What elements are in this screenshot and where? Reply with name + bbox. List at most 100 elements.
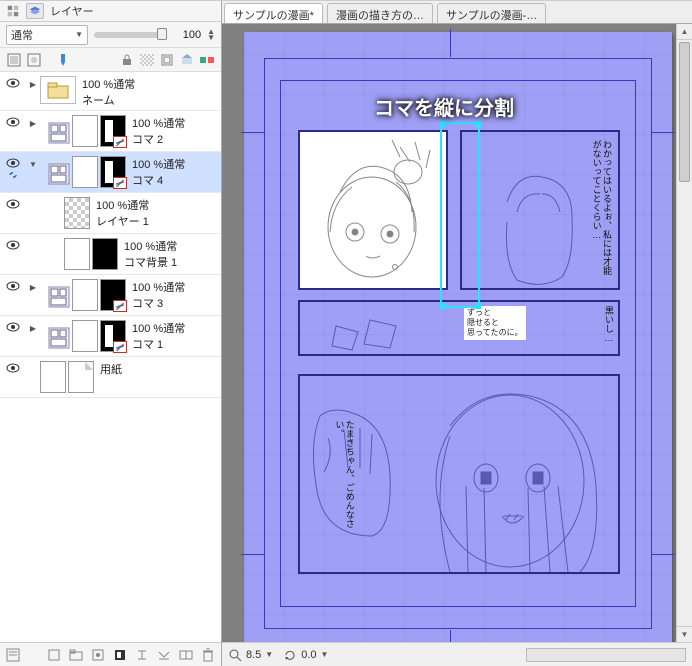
comic-panel-2[interactable]: わかってはいるよぉ、私には才能がないってことくらい…: [460, 130, 620, 290]
expand-toggle[interactable]: ▶: [30, 80, 36, 89]
check-a-icon[interactable]: [6, 52, 22, 68]
visibility-icon[interactable]: [6, 158, 20, 168]
crop-mark: [450, 630, 451, 642]
layer-row[interactable]: ▶100 %通常ネーム: [0, 72, 221, 111]
layer-tools-row: [0, 48, 221, 72]
new-folder-icon[interactable]: [67, 646, 85, 664]
mask-thumb: [100, 279, 126, 311]
layer-thumb: [40, 361, 66, 393]
layer-thumb: [72, 156, 98, 188]
layer-label: 用紙: [94, 359, 221, 377]
rotate-control[interactable]: 0.0 ▼: [283, 648, 328, 662]
canvas-viewport[interactable]: わかってはいるよぉ、私には才能がないってことくらい… ずっと 隠せると 思ってた…: [222, 24, 692, 642]
frame-folder-icon: [48, 156, 70, 188]
canvas-area: サンプルの漫画*漫画の描き方の…サンプルの漫画-…: [222, 1, 692, 666]
opacity-value: 100: [173, 29, 201, 41]
new-vector-icon[interactable]: [89, 646, 107, 664]
sketch-figure: [300, 302, 622, 358]
layer-row[interactable]: ▶100 %通常コマ 3: [0, 275, 221, 316]
new-layer-icon[interactable]: [45, 646, 63, 664]
ruler-badge-icon: [113, 136, 127, 148]
expand-toggle[interactable]: ▶: [30, 324, 36, 333]
layer-row[interactable]: ▶ 100 %通常コマ 1: [0, 316, 221, 357]
opacity-stepper[interactable]: ▲▼: [207, 29, 215, 41]
horizontal-scrollbar[interactable]: [526, 648, 686, 662]
crop-mark: [450, 29, 451, 57]
scroll-down-icon[interactable]: ▼: [677, 626, 692, 642]
frame-folder-icon: [48, 320, 70, 352]
annotation-label: コマを縦に分割: [374, 92, 514, 121]
trash-icon[interactable]: [199, 646, 217, 664]
comic-panel-3[interactable]: ずっと 隠せると 思ってたのに。 黒いし…: [298, 300, 620, 356]
blend-mode-value: 通常: [11, 27, 33, 43]
caption-box: ずっと 隠せると 思ってたのに。: [464, 306, 526, 340]
blend-mode-select[interactable]: 通常 ▼: [6, 25, 88, 45]
crop-mark: [241, 554, 265, 555]
mask-thumb: [100, 320, 126, 352]
sidebar-tab-1[interactable]: [4, 3, 22, 19]
chevron-down-icon[interactable]: ▼: [265, 650, 273, 659]
sidebar-panel-title: レイヤー: [50, 3, 94, 19]
clip-icon[interactable]: [159, 52, 175, 68]
sidebar-tabs: レイヤー: [0, 1, 221, 22]
mask-thumb: [100, 115, 126, 147]
rotate-icon: [283, 648, 297, 662]
ruler-badge-icon: [113, 341, 127, 353]
ruler-badge-icon: [113, 300, 127, 312]
scroll-thumb[interactable]: [679, 42, 690, 182]
sidebar-tab-layers[interactable]: [26, 3, 44, 19]
layer-row[interactable]: 100 %通常レイヤー 1: [0, 193, 221, 234]
layer-row[interactable]: 用紙: [0, 357, 221, 398]
visibility-icon[interactable]: [6, 322, 20, 332]
visibility-icon[interactable]: [6, 117, 20, 127]
visibility-icon[interactable]: [6, 281, 20, 291]
reference-icon[interactable]: [179, 52, 195, 68]
merge-icon[interactable]: [155, 646, 173, 664]
layers-icon: [28, 4, 42, 18]
layer-row[interactable]: ▶100 %通常コマ 2: [0, 111, 221, 152]
expand-toggle[interactable]: ▶: [30, 119, 36, 128]
blocks-icon: [6, 4, 20, 18]
link-icon[interactable]: [8, 170, 18, 180]
scroll-up-icon[interactable]: ▲: [677, 24, 692, 40]
layer-row[interactable]: 100 %通常コマ背景 1: [0, 234, 221, 275]
visibility-icon[interactable]: [6, 240, 20, 250]
vertical-scrollbar[interactable]: ▲ ▼: [676, 24, 692, 642]
comic-panel-1[interactable]: [298, 130, 448, 290]
expand-toggle[interactable]: ▼: [29, 160, 37, 169]
visibility-icon[interactable]: [6, 199, 20, 209]
layer-thumb: [72, 115, 98, 147]
document-tab[interactable]: サンプルの漫画*: [224, 3, 323, 23]
document-tab[interactable]: 漫画の描き方の…: [327, 3, 433, 23]
lock-icon[interactable]: [119, 52, 135, 68]
crop-mark: [241, 132, 265, 133]
chevron-down-icon[interactable]: ▼: [321, 650, 329, 659]
lock-alpha-icon[interactable]: [139, 52, 155, 68]
two-windows-icon[interactable]: [177, 646, 195, 664]
palette-swap-icon[interactable]: [199, 52, 215, 68]
crop-mark: [651, 554, 675, 555]
frame-folder-icon: [48, 115, 70, 147]
document-tab[interactable]: サンプルの漫画-…: [437, 3, 546, 23]
expand-toggle[interactable]: ▶: [30, 283, 36, 292]
layer-label: 100 %通常コマ 1: [126, 318, 221, 352]
zoom-control[interactable]: 8.5 ▼: [228, 648, 273, 662]
visibility-icon[interactable]: [6, 78, 20, 88]
check-b-icon[interactable]: [26, 52, 42, 68]
layer-thumb: [64, 197, 90, 229]
transfer-icon[interactable]: [133, 646, 151, 664]
comic-panel-4[interactable]: たまきちゃん、ごめんなさい。: [298, 374, 620, 574]
mask-thumb: [100, 156, 126, 188]
pen-icon[interactable]: [54, 52, 70, 68]
caption: たまきちゃん、ごめんなさい。: [334, 420, 355, 530]
layer-thumb: [64, 238, 90, 270]
rotate-value: 0.0: [301, 649, 316, 661]
layer-thumb: [72, 320, 98, 352]
document-tabs: サンプルの漫画*漫画の描き方の…サンプルの漫画-…: [222, 1, 692, 24]
app-root: レイヤー 通常 ▼ 100 ▲▼ ▶1: [0, 0, 692, 666]
apply-mask-icon[interactable]: [111, 646, 129, 664]
note-icon[interactable]: [4, 646, 22, 664]
opacity-slider[interactable]: [94, 32, 167, 38]
visibility-icon[interactable]: [6, 363, 20, 373]
layer-row[interactable]: ▼100 %通常コマ 4: [0, 152, 221, 193]
